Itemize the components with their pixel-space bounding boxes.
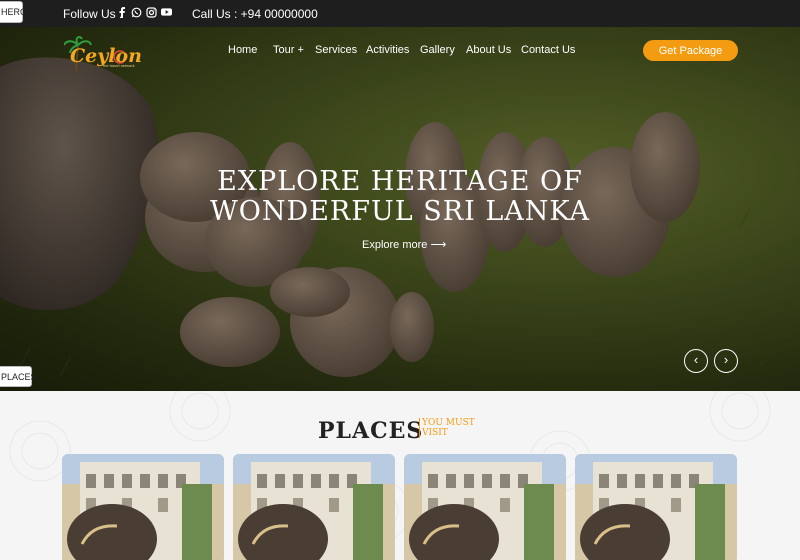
places-heading: PLACES: [318, 418, 424, 444]
nav-item-activities[interactable]: Activities: [366, 44, 409, 56]
nav-item-gallery[interactable]: Gallery: [420, 44, 455, 56]
nav-item-services[interactable]: Services: [315, 44, 357, 56]
slider-prev-button[interactable]: ‹: [684, 349, 708, 373]
top-bar: Follow Us : Call Us : +94 00000000: [0, 0, 800, 27]
instagram-icon[interactable]: [146, 6, 157, 18]
place-card[interactable]: [404, 454, 566, 560]
places-section: PLACES YOU MUST VISIT: [0, 391, 800, 560]
explore-more-link[interactable]: Explore more ⟶: [362, 238, 446, 251]
social-links: [116, 6, 172, 18]
nav-item-contact-us[interactable]: Contact Us: [521, 44, 575, 56]
places-subheading: YOU MUST VISIT: [419, 418, 489, 438]
section-tag-places: PLACES: [0, 366, 37, 387]
facebook-icon[interactable]: [116, 6, 127, 18]
call-us-label: Call Us : +94 00000000: [192, 7, 318, 21]
nav-item-tour[interactable]: Tour +: [273, 44, 304, 56]
hero-headline-line-2: WONDERFUL SRI LANKA: [210, 196, 590, 227]
place-card-image: [62, 454, 224, 560]
place-card-image: [404, 454, 566, 560]
section-tag-hero: HERO: [0, 1, 27, 23]
nav-item-home[interactable]: Home: [228, 44, 257, 56]
get-package-button[interactable]: Get Package: [643, 40, 738, 61]
place-card-image: [575, 454, 737, 560]
youtube-icon[interactable]: [161, 6, 172, 18]
hero-headline: EXPLORE HERITAGE OF WONDERFUL SRI LANKA: [0, 167, 800, 227]
hero-banner: Ceylon the travel network Home Tour + Se…: [0, 27, 800, 391]
whatsapp-icon[interactable]: [131, 6, 142, 18]
follow-us-label: Follow Us :: [63, 7, 123, 21]
nav-item-about-us[interactable]: About Us: [466, 44, 511, 56]
place-card[interactable]: [233, 454, 395, 560]
slider-next-button[interactable]: ›: [714, 349, 738, 373]
place-card[interactable]: [575, 454, 737, 560]
place-card[interactable]: [62, 454, 224, 560]
hero-headline-line-1: EXPLORE HERITAGE OF: [217, 166, 583, 197]
place-card-image: [233, 454, 395, 560]
